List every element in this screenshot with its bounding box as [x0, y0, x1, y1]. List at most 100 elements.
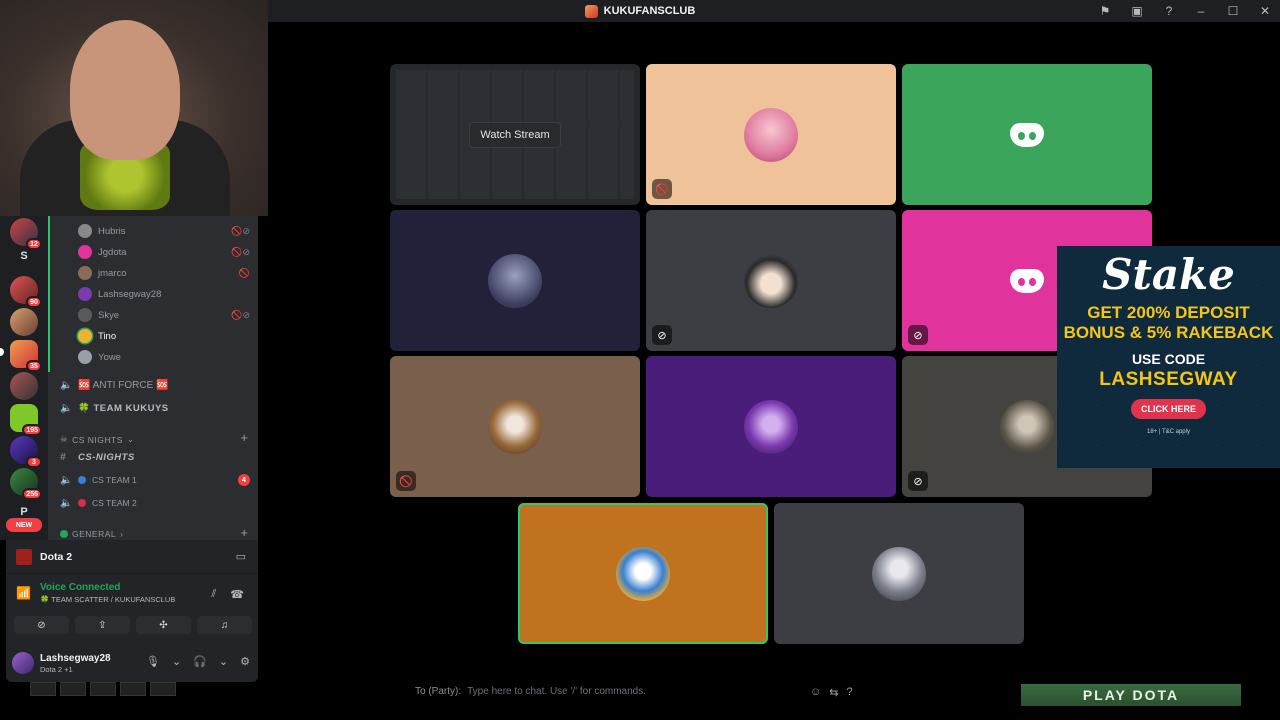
- speaker-icon: 🔈: [60, 474, 73, 486]
- active-server-pip: [0, 348, 4, 356]
- app-root: KUKUFANSCLUB ⚑ ▣ ? – ☐ ✕ Watch Stream 🚫: [0, 0, 1280, 720]
- speaker-icon: 🔈: [60, 497, 73, 509]
- server-name: KUKUFANSCLUB: [603, 5, 696, 17]
- participant-tile-speaking[interactable]: [518, 503, 768, 644]
- participant-tile[interactable]: [646, 356, 896, 497]
- ad-code: LASHSEGWAY: [1099, 369, 1238, 390]
- username[interactable]: Lashsegway28: [40, 653, 111, 664]
- voice-member[interactable]: Lashsegway28: [78, 285, 161, 303]
- help-icon[interactable]: ?: [1162, 4, 1176, 18]
- activity-name: Dota 2: [40, 550, 73, 563]
- avatar: [78, 224, 92, 238]
- hud-slot: [150, 682, 176, 696]
- participant-tile[interactable]: [774, 503, 1024, 644]
- voice-member[interactable]: Hubris: [78, 222, 125, 240]
- avatar: [78, 329, 92, 343]
- chat-input[interactable]: Type here to chat. Use '/' for commands.: [467, 686, 646, 702]
- participant-tile[interactable]: [390, 210, 640, 351]
- participant-tile[interactable]: 🚫: [646, 64, 896, 205]
- user-status: Dota 2 +1: [40, 665, 73, 674]
- ad-brand: Stake: [1102, 250, 1235, 299]
- ad-use-code: USE CODE: [1131, 351, 1206, 367]
- muted-icon: 🚫: [238, 268, 250, 278]
- translate-icon[interactable]: ⇆: [829, 686, 838, 699]
- channel-name: CS TEAM 1: [92, 475, 137, 485]
- add-channel-button[interactable]: +: [240, 430, 248, 445]
- titlebar-controls: ⚑ ▣ ? – ☐ ✕: [1098, 0, 1272, 22]
- ad-headline: GET 200% DEPOSIT BONUS & 5% RAKEBACK: [1063, 303, 1274, 342]
- category-name: CS NIGHTS: [72, 434, 123, 445]
- avatar[interactable]: [12, 652, 34, 674]
- server-icon[interactable]: 12: [10, 218, 42, 250]
- microphone-icon[interactable]: 🎙: [146, 655, 160, 668]
- voice-member[interactable]: Yowe: [78, 348, 121, 366]
- noise-suppression-icon[interactable]: ⫽: [211, 588, 216, 601]
- screen-share-button[interactable]: ⇪: [75, 616, 130, 634]
- voice-channel-team-kukuys[interactable]: 🔈 🍀 TEAM KUKUYS: [60, 399, 169, 417]
- skull-icon: ☠: [60, 434, 69, 444]
- voice-member[interactable]: Jgdota: [78, 243, 127, 261]
- user-panel: Dota 2 ▭ 📶 Voice Connected 🍀 TEAM SCATTE…: [6, 540, 258, 682]
- party-chat-bar[interactable]: To (Party): Type here to chat. Use '/' f…: [415, 686, 875, 702]
- hud-slot: [120, 682, 146, 696]
- settings-gear-icon[interactable]: ⚙: [240, 655, 250, 668]
- close-button[interactable]: ✕: [1258, 4, 1272, 18]
- maximize-button[interactable]: ☐: [1226, 4, 1240, 18]
- signal-icon[interactable]: 📶: [16, 586, 31, 600]
- hud-slot: [90, 682, 116, 696]
- voice-member[interactable]: jmarco: [78, 264, 127, 282]
- voice-active-line: [48, 216, 50, 372]
- participant-tile[interactable]: ⊘: [646, 210, 896, 351]
- participant-tile[interactable]: 🚫: [390, 356, 640, 497]
- dota-hud-strip: [30, 682, 260, 700]
- voice-action-buttons: ⊘ ⇪ ✣ ♫: [14, 616, 252, 634]
- play-dota-button[interactable]: PLAY DOTA: [1021, 684, 1241, 706]
- soundboard-button[interactable]: ♫: [197, 616, 252, 634]
- voice-channel-cs-team-2[interactable]: 🔈 CS TEAM 2: [60, 494, 137, 512]
- stake-ad-overlay[interactable]: Stake GET 200% DEPOSIT BONUS & 5% RAKEBA…: [1057, 246, 1280, 468]
- headphones-icon[interactable]: 🎧: [193, 655, 207, 668]
- server-icon-active[interactable]: 35: [10, 340, 42, 372]
- voice-channel-anti-force[interactable]: 🔈 🆘 ANTI FORCE 🆘: [60, 376, 168, 394]
- voice-member[interactable]: Skye: [78, 306, 119, 324]
- mention-badge: 3: [26, 456, 42, 468]
- server-icon[interactable]: 195: [10, 404, 42, 436]
- voice-member-speaking[interactable]: Tino: [78, 327, 116, 345]
- server-icon[interactable]: 3: [10, 436, 42, 468]
- camera-button[interactable]: ⊘: [14, 616, 69, 634]
- share-screen-icon[interactable]: ▭: [236, 550, 246, 563]
- activities-button[interactable]: ✣: [136, 616, 191, 634]
- voice-channel-cs-team-1[interactable]: 🔈 CS TEAM 1: [60, 471, 137, 489]
- server-icon[interactable]: [10, 308, 38, 336]
- chevron-down-icon: ⌄: [126, 434, 135, 444]
- inbox-icon[interactable]: ▣: [1130, 4, 1144, 18]
- flag-icon[interactable]: ⚑: [1098, 4, 1112, 18]
- stream-tile[interactable]: Watch Stream: [390, 64, 640, 205]
- emoji-icon[interactable]: ☺: [810, 686, 821, 699]
- ad-click-here-button[interactable]: CLICK HERE: [1130, 399, 1206, 419]
- user-controls: 🎙 ⌄ 🎧 ⌄ ⚙: [146, 655, 250, 668]
- activity-card[interactable]: Dota 2 ▭: [6, 540, 258, 574]
- server-letter[interactable]: S: [10, 250, 38, 270]
- avatar: [78, 308, 92, 322]
- help-icon[interactable]: ?: [846, 686, 852, 699]
- webcam-person: [70, 20, 180, 160]
- add-channel-button[interactable]: +: [240, 525, 248, 540]
- member-name: Skye: [98, 309, 120, 321]
- server-icon[interactable]: 256: [10, 468, 42, 500]
- team-dot: [78, 499, 86, 507]
- server-icon[interactable]: [10, 372, 38, 400]
- server-icon[interactable]: 90: [10, 276, 42, 308]
- category-general[interactable]: GENERAL ›: [60, 529, 123, 539]
- participant-avatar: [616, 546, 670, 601]
- mention-badge: 35: [26, 360, 42, 372]
- member-name: jmarco: [98, 267, 127, 279]
- category-cs-nights[interactable]: ☠ CS NIGHTS ⌄: [60, 434, 135, 445]
- disconnect-icon[interactable]: ☎: [230, 588, 244, 601]
- text-channel-cs-nights[interactable]: # CS-NIGHTS: [60, 448, 135, 466]
- chevron-down-icon[interactable]: ⌄: [172, 655, 181, 668]
- participant-tile[interactable]: [902, 64, 1152, 205]
- watch-stream-button[interactable]: Watch Stream: [469, 121, 561, 148]
- minimize-button[interactable]: –: [1194, 4, 1208, 18]
- chevron-down-icon[interactable]: ⌄: [219, 655, 228, 668]
